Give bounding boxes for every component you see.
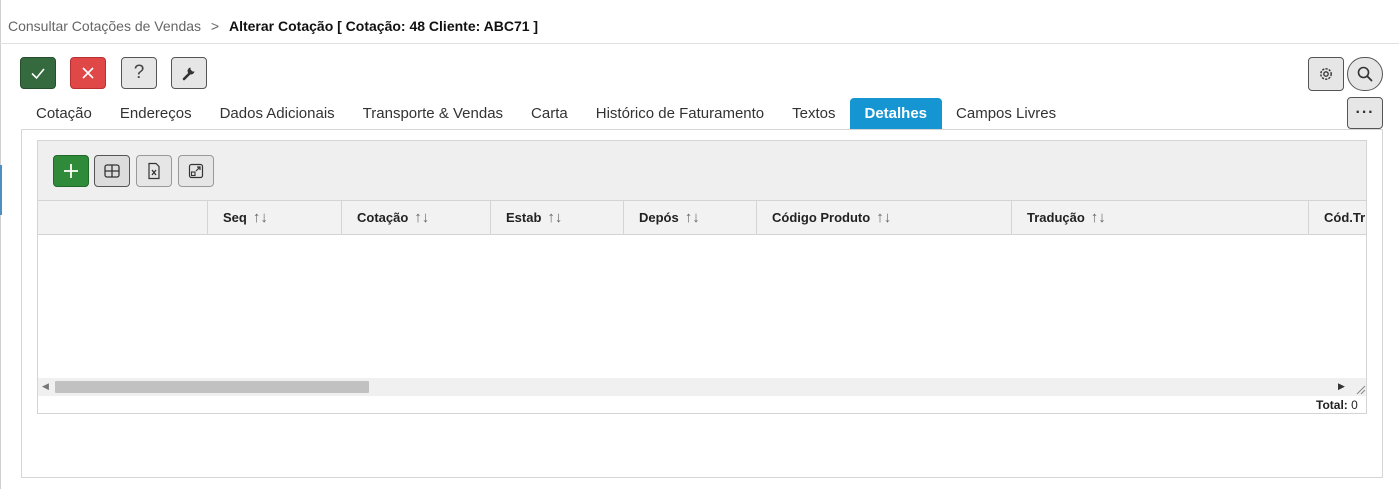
grid-toolbar: [38, 141, 1366, 201]
tools-button[interactable]: [171, 57, 207, 89]
grid-total: Total: 0: [1316, 398, 1358, 412]
breadcrumb-parent-link[interactable]: Consultar Cotações de Vendas: [8, 18, 201, 34]
tab-historico-faturamento[interactable]: Histórico de Faturamento: [582, 98, 778, 130]
column-label: Cód.Tri: [1324, 210, 1367, 225]
gear-icon: [1320, 68, 1332, 80]
help-button[interactable]: ?: [121, 57, 157, 89]
column-header-traducao[interactable]: Tradução ↑↓: [1012, 201, 1309, 235]
tab-enderecos[interactable]: Endereços: [106, 98, 206, 130]
more-options-button[interactable]: ···: [1347, 97, 1383, 129]
details-panel: Seq ↑↓ Cotação ↑↓ Estab ↑↓ Depós ↑↓ Código P…: [21, 129, 1383, 478]
table-grid-icon: [104, 164, 120, 178]
column-header-estab[interactable]: Estab ↑↓: [491, 201, 624, 235]
add-row-button[interactable]: [53, 155, 89, 187]
excel-file-icon: [148, 162, 160, 180]
grid-body-empty: [38, 235, 1366, 378]
horizontal-scrollbar[interactable]: ◀ ▶: [38, 378, 1366, 396]
column-label: Cotação: [357, 210, 409, 225]
cancel-button[interactable]: [70, 57, 106, 89]
total-value: 0: [1351, 398, 1358, 412]
sort-icon[interactable]: ↑↓: [685, 209, 700, 226]
tab-campos-livres[interactable]: Campos Livres: [942, 98, 1070, 130]
column-header-depos[interactable]: Depós ↑↓: [624, 201, 757, 235]
resize-handle-icon[interactable]: [1352, 381, 1366, 395]
window-left-border: [0, 0, 1, 489]
column-header-cotacao[interactable]: Cotação ↑↓: [342, 201, 491, 235]
sort-icon[interactable]: ↑↓: [876, 209, 891, 226]
columns-button[interactable]: [94, 155, 130, 187]
breadcrumb-separator: >: [210, 18, 220, 34]
column-label: Código Produto: [772, 210, 871, 225]
confirm-button[interactable]: [20, 57, 56, 89]
tab-transporte-vendas[interactable]: Transporte & Vendas: [349, 98, 517, 130]
breadcrumb: Consultar Cotações de Vendas > Alterar C…: [8, 16, 538, 36]
header-divider: [0, 43, 1399, 44]
window-left-accent: [0, 165, 2, 215]
expand-icon: [188, 163, 204, 179]
column-label: Tradução: [1027, 210, 1085, 225]
scroll-right-arrow-icon[interactable]: ▶: [1338, 381, 1345, 392]
search-button[interactable]: [1347, 57, 1383, 91]
tab-detalhes[interactable]: Detalhes: [849, 98, 943, 130]
more-options-label: ···: [1355, 104, 1375, 121]
column-header-codigo-produto[interactable]: Código Produto ↑↓: [757, 201, 1012, 235]
details-grid: Seq ↑↓ Cotação ↑↓ Estab ↑↓ Depós ↑↓ Código P…: [37, 140, 1367, 414]
sort-icon[interactable]: ↑↓: [547, 209, 562, 226]
tab-cotacao[interactable]: Cotação: [22, 98, 106, 130]
settings-button[interactable]: [1308, 57, 1344, 91]
check-icon: [31, 68, 45, 80]
close-icon: [82, 67, 94, 79]
column-label: Estab: [506, 210, 542, 225]
tab-dados-adicionais[interactable]: Dados Adicionais: [206, 98, 349, 130]
help-button-label: ?: [133, 62, 145, 83]
sort-icon[interactable]: ↑↓: [414, 209, 429, 226]
column-label: Seq: [223, 210, 247, 225]
column-label: Depós: [639, 210, 679, 225]
scroll-left-arrow-icon[interactable]: ◀: [42, 381, 49, 392]
tab-carta[interactable]: Carta: [517, 98, 582, 130]
column-header-select: [38, 201, 208, 235]
grid-header: Seq ↑↓ Cotação ↑↓ Estab ↑↓ Depós ↑↓ Código P…: [38, 201, 1367, 235]
breadcrumb-current: Alterar Cotação [ Cotação: 48 Cliente: A…: [228, 18, 539, 34]
expand-grid-button[interactable]: [178, 155, 214, 187]
export-excel-button[interactable]: [136, 155, 172, 187]
total-label: Total:: [1316, 398, 1348, 412]
tab-bar: Cotação Endereços Dados Adicionais Trans…: [22, 98, 1070, 130]
sort-icon[interactable]: ↑↓: [1091, 209, 1106, 226]
tab-textos[interactable]: Textos: [778, 98, 849, 130]
scrollbar-thumb[interactable]: [55, 381, 369, 393]
column-header-cod-tri[interactable]: Cód.Tri: [1309, 201, 1367, 235]
column-header-seq[interactable]: Seq ↑↓: [208, 201, 342, 235]
wrench-icon: [182, 67, 195, 81]
plus-icon: [64, 164, 78, 178]
sort-icon[interactable]: ↑↓: [253, 209, 268, 226]
search-icon: [1357, 66, 1373, 82]
